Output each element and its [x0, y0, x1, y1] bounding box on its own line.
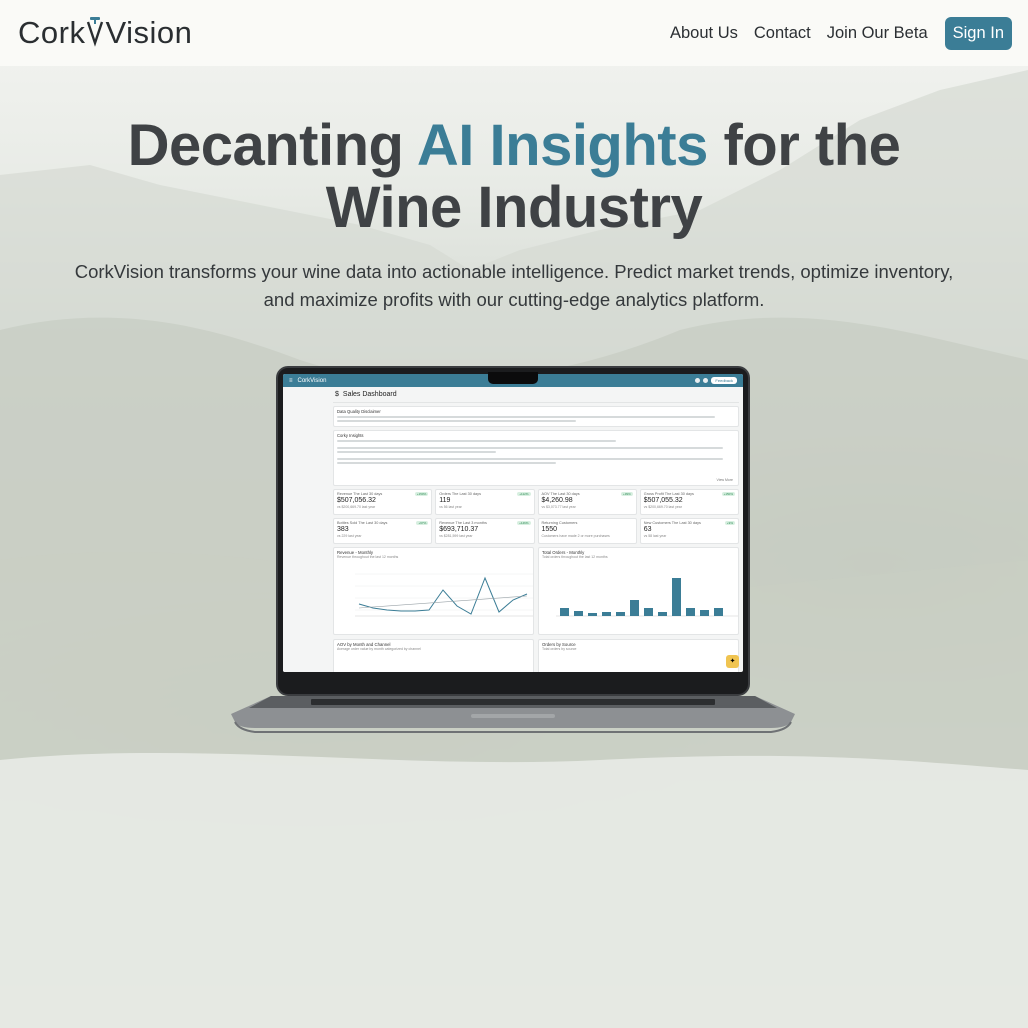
camera-notch: [488, 372, 538, 384]
insights-card: Corky Insights View More: [333, 430, 739, 486]
aov-chart-card: AOV by Month and Channel Average order v…: [333, 639, 534, 672]
kpi-card: Returning Customers 1550 Customers have ma…: [537, 518, 637, 544]
bell-icon: [695, 378, 701, 383]
dashboard-screen: ≡ CorkVision Feedback $ Sales Dashboard: [283, 374, 743, 672]
kpi-card: Bottles Sold The Last 30 days 383 vs 229 l…: [333, 518, 433, 544]
orders-chart-card: Total Orders - Monthly Total orders thro…: [538, 547, 739, 635]
top-navigation: Cork Vision About Us Contact Join Our Be…: [0, 0, 1028, 66]
hero-title-part1: Decanting: [127, 113, 417, 178]
hero-title-line2: Wine Industry: [325, 175, 703, 240]
orders-source-card: Orders by Source Total orders by source: [538, 639, 739, 672]
revenue-line-chart: [355, 573, 533, 617]
kpi-card: Revenue The Last 3 months $693,710.37 vs $…: [435, 518, 535, 544]
nav-contact[interactable]: Contact: [754, 24, 811, 43]
corkvision-logo[interactable]: Cork Vision: [18, 15, 192, 51]
revenue-chart-card: Revenue - Monthly Revenue throughout the…: [333, 547, 534, 635]
disclaimer-title: Data Quality Disclaimer: [337, 409, 381, 414]
feedback-button: Feedback: [711, 377, 737, 384]
kpi-card: Revenue The Last 30 days $507,056.32 vs $2…: [333, 489, 433, 515]
revenue-chart-subtitle: Revenue throughout the last 12 months: [337, 555, 399, 559]
bottom-chart-grid: AOV by Month and Channel Average order v…: [333, 639, 739, 672]
sign-in-button[interactable]: Sign In: [944, 16, 1012, 50]
app-name: CorkVision: [297, 377, 327, 384]
orders-chart-subtitle: Total orders throughout the last 12 mont…: [542, 555, 608, 559]
aov-chart-subtitle: Average order value by month categorized…: [337, 647, 421, 651]
corkscrew-icon: [86, 16, 104, 50]
laptop-base: [231, 692, 795, 736]
nav-join-beta[interactable]: Join Our Beta: [827, 24, 928, 43]
hero-title: Decanting AI Insights for the Wine Indus…: [0, 115, 1028, 239]
kpi-card: Gross Profit The Last 30 days $507,055.32…: [639, 489, 739, 515]
kpi-card: New Customers The Last 30 days 63 vs 58 la…: [639, 518, 739, 544]
orders-bar-chart: [556, 578, 738, 617]
laptop-mockup: ≡ CorkVision Feedback $ Sales Dashboard: [231, 366, 795, 746]
view-more-link: View More: [716, 478, 733, 482]
laptop-lid: ≡ CorkVision Feedback $ Sales Dashboard: [276, 366, 750, 696]
kpi-card: Orders The Last 30 days 119 vs 56 last yea…: [435, 489, 535, 515]
dollar-icon: $: [335, 391, 339, 398]
insights-title: Corky Insights: [337, 433, 364, 438]
kpi-grid: Revenue The Last 30 days $507,056.32 vs $2…: [333, 489, 739, 544]
dashboard-title-text: Sales Dashboard: [342, 391, 397, 398]
dashboard-sidebar: [283, 387, 329, 672]
nav-links: About Us Contact Join Our Beta Sign In: [670, 16, 1012, 50]
assistant-chat-icon: ✦: [726, 655, 739, 668]
orders-source-subtitle: Total orders by source: [542, 647, 577, 651]
chart-grid: Revenue - Monthly Revenue throughout the…: [333, 547, 739, 635]
nav-about-us[interactable]: About Us: [670, 24, 738, 43]
disclaimer-card: Data Quality Disclaimer: [333, 406, 739, 427]
dashboard-title: $ Sales Dashboard: [333, 389, 739, 403]
logo-text-vision: Vision: [105, 15, 193, 50]
logo-text-cork: Cork: [18, 15, 86, 50]
hero-title-accent: AI Insights: [416, 113, 708, 178]
kpi-card: AOV The Last 30 days $4,260.98 vs $3,073.7…: [537, 489, 637, 515]
hero-subtitle: CorkVision transforms your wine data int…: [74, 261, 954, 310]
hero-title-part2: for the: [707, 113, 901, 178]
dashboard-content: $ Sales Dashboard Data Quality Disclaime…: [329, 387, 743, 672]
menu-icon: ≡: [289, 377, 293, 384]
user-icon: [703, 378, 709, 383]
